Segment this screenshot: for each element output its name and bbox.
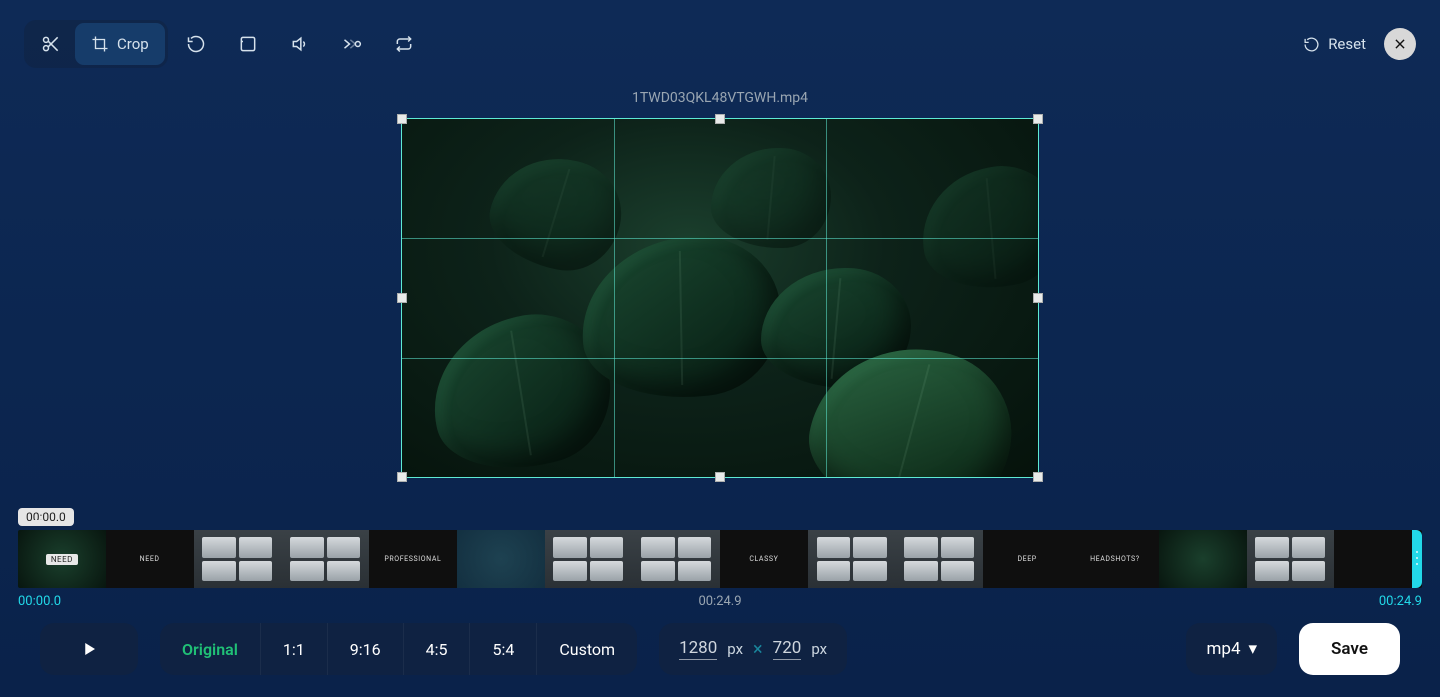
rotate-button[interactable] [172, 23, 220, 65]
timeline-thumb[interactable] [1247, 530, 1335, 588]
filename-label: 1TWD03QKL48VTGWH.mp4 [0, 90, 1440, 106]
timeline-thumb[interactable] [1159, 530, 1247, 588]
timeline-thumb[interactable] [545, 530, 633, 588]
width-input[interactable]: 1280 [679, 638, 717, 660]
close-icon [1393, 37, 1407, 51]
top-toolbar: Crop [0, 0, 1440, 68]
timeline-thumb[interactable]: HEADSHOTS? [1071, 530, 1159, 588]
timeline-thumb[interactable] [1334, 530, 1422, 588]
save-button[interactable]: Save [1299, 623, 1400, 675]
format-select[interactable]: mp4 ▾ [1186, 623, 1277, 675]
speed-button[interactable] [328, 23, 376, 65]
timeline-thumb[interactable]: DEEP [983, 530, 1071, 588]
rotate-ccw-icon [186, 34, 206, 54]
timeline-thumb[interactable] [194, 530, 282, 588]
height-input[interactable]: 720 [773, 638, 802, 660]
loop-button[interactable] [380, 23, 428, 65]
timeline-thumb[interactable]: CLASSY [720, 530, 808, 588]
dimensions-group: 1280 px × 720 px [659, 623, 847, 675]
bottom-bar: Original 1:1 9:16 4:5 5:4 Custom 1280 px… [0, 603, 1440, 697]
timeline-thumb[interactable] [896, 530, 984, 588]
aspect-ratio-group: Original 1:1 9:16 4:5 5:4 Custom [160, 623, 637, 675]
trim-end-handle[interactable] [1412, 530, 1422, 588]
ratio-original[interactable]: Original [160, 623, 261, 675]
toolbar-right: Reset [1303, 28, 1416, 60]
volume-icon [290, 34, 310, 54]
height-unit: px [811, 640, 827, 658]
timeline-thumb[interactable]: PROFESSIONAL [369, 530, 457, 588]
flip-button[interactable] [224, 23, 272, 65]
reset-button[interactable]: Reset [1303, 35, 1366, 53]
timeline[interactable]: NEED NEED PROFESSIONAL CLASSY DEEP HEADS… [18, 530, 1422, 588]
tool-group: Crop [24, 20, 428, 68]
crop-preview[interactable] [401, 118, 1039, 478]
loop-icon [393, 34, 415, 54]
reset-label: Reset [1328, 35, 1366, 53]
timeline-thumb[interactable]: NEED [106, 530, 194, 588]
ratio-1-1[interactable]: 1:1 [261, 623, 328, 675]
scissors-icon [41, 34, 61, 54]
ratio-custom[interactable]: Custom [537, 623, 637, 675]
timeline-thumb[interactable] [632, 530, 720, 588]
play-button[interactable] [40, 623, 138, 675]
crop-label: Crop [117, 35, 149, 53]
timeline-thumb[interactable] [808, 530, 896, 588]
crop-icon [91, 35, 109, 53]
playhead-time: 00:00.0 [18, 508, 74, 526]
ratio-5-4[interactable]: 5:4 [470, 623, 537, 675]
format-label: mp4 [1206, 639, 1240, 659]
flip-icon [238, 34, 258, 54]
reset-icon [1303, 36, 1320, 53]
timeline-area: 00:00.0 NEED NEED PROFESSIONAL CLASSY DE… [18, 506, 1422, 609]
timeline-thumb[interactable]: NEED [18, 530, 106, 588]
speed-icon [341, 34, 363, 54]
play-icon [80, 640, 98, 658]
timeline-thumb[interactable] [281, 530, 369, 588]
cut-crop-group: Crop [24, 20, 168, 68]
width-unit: px [727, 640, 743, 658]
ratio-9-16[interactable]: 9:16 [328, 623, 404, 675]
timeline-thumb[interactable] [457, 530, 545, 588]
trim-button[interactable] [27, 23, 75, 65]
save-label: Save [1331, 639, 1368, 659]
close-button[interactable] [1384, 28, 1416, 60]
chevron-down-icon: ▾ [1249, 639, 1258, 659]
times-icon: × [753, 639, 763, 660]
volume-button[interactable] [276, 23, 324, 65]
crop-button[interactable]: Crop [75, 23, 165, 65]
video-frame [401, 118, 1039, 478]
ratio-4-5[interactable]: 4:5 [404, 623, 471, 675]
